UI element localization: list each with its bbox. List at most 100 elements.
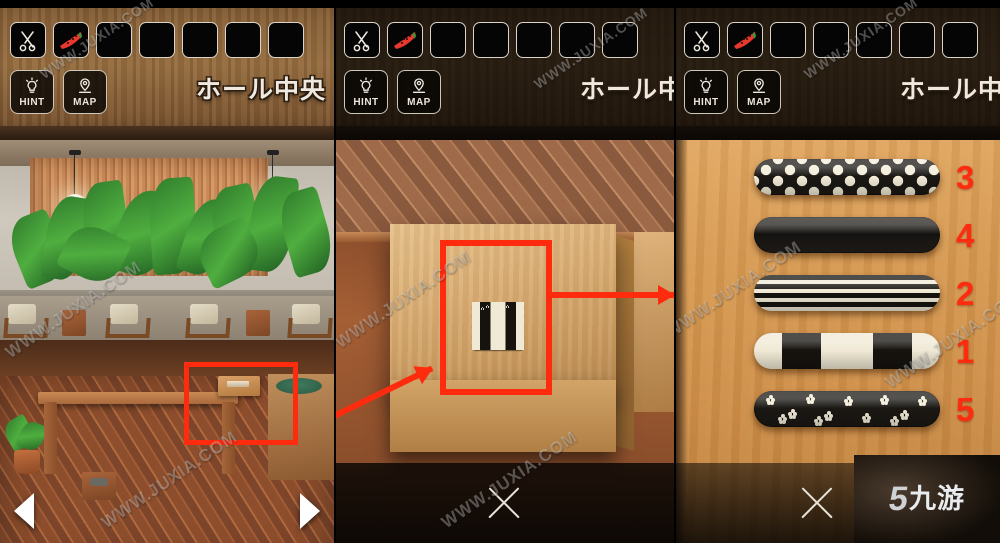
close-button[interactable] <box>484 483 524 523</box>
inventory-slot-2[interactable] <box>387 22 423 58</box>
inventory-slot-7[interactable] <box>268 22 304 58</box>
floor-stool <box>82 472 116 500</box>
logo-mark: 5 <box>886 480 908 518</box>
map-label: MAP <box>73 97 97 108</box>
inventory-slot-3[interactable] <box>96 22 132 58</box>
highlight-rect-table[interactable] <box>184 362 298 445</box>
map-label: MAP <box>747 97 771 108</box>
lounge-chair <box>104 302 151 338</box>
arrow-from-box-to-list <box>552 292 674 298</box>
map-button[interactable]: MAP <box>737 70 781 114</box>
panel-divider <box>674 0 676 543</box>
pattern-order-number: 1 <box>956 332 975 370</box>
inventory-slot-5[interactable] <box>856 22 892 58</box>
inventory-slot-1[interactable] <box>684 22 720 58</box>
scissors-icon <box>19 31 36 52</box>
seating-area <box>0 296 334 340</box>
pattern-order-number: 5 <box>956 390 975 428</box>
screenshot-root: HINT MAP ホール中央 WWW.JUXIA.COM WWW.JUXIA.C… <box>0 0 1000 543</box>
inventory-slot-3[interactable] <box>430 22 466 58</box>
inventory-slot-7[interactable] <box>602 22 638 58</box>
inventory-slot-2[interactable] <box>727 22 763 58</box>
pattern-row-list: 3 4 2 1 5 <box>674 148 1000 438</box>
map-pin-icon <box>412 78 426 94</box>
hint-button[interactable]: HINT <box>344 70 388 114</box>
hint-label: HINT <box>19 97 45 108</box>
mini-pattern-stack <box>472 302 524 350</box>
inventory-bar <box>684 22 978 58</box>
panel-box-closeup: HINT MAP ホール中央 WWW.JUXIA.COM WWW.JUXIA.C <box>334 0 674 543</box>
nav-prev-arrow[interactable] <box>14 493 34 529</box>
lightbulb-icon <box>699 77 712 93</box>
inventory-slot-1[interactable] <box>10 22 46 58</box>
inventory-slot-4[interactable] <box>813 22 849 58</box>
chair-frame <box>105 318 151 338</box>
room-scene <box>0 140 334 543</box>
inventory-slot-6[interactable] <box>559 22 595 58</box>
map-button[interactable]: MAP <box>397 70 441 114</box>
inventory-slot-6[interactable] <box>899 22 935 58</box>
pattern-order-number: 2 <box>956 274 975 312</box>
adjacent-box <box>634 232 674 412</box>
panel-pattern-list: 3 4 2 1 5 HINT MAP ホール中 WWW.JUXIA.COM WW… <box>674 0 1000 543</box>
panel-divider <box>334 0 336 543</box>
watermelon-icon <box>394 32 416 49</box>
close-bar <box>334 463 674 543</box>
nav-next-arrow[interactable] <box>300 493 320 529</box>
room-name-label: ホール中央 <box>899 76 1000 104</box>
panel-room-view: HINT MAP ホール中央 WWW.JUXIA.COM WWW.JUXIA.C… <box>0 0 334 543</box>
hud-buttons: HINT MAP <box>344 70 441 114</box>
hud-buttons: HINT MAP <box>684 70 781 114</box>
inventory-slot-6[interactable] <box>225 22 261 58</box>
room-name-label: ホール中央 <box>195 76 326 104</box>
close-button[interactable] <box>797 483 837 523</box>
inventory-slot-1[interactable] <box>344 22 380 58</box>
lounge-chair <box>286 302 333 338</box>
chair-frame <box>3 318 49 338</box>
pattern-row[interactable]: 2 <box>674 264 1000 322</box>
lounge-chair <box>184 302 231 338</box>
inventory-slot-4[interactable] <box>139 22 175 58</box>
inventory-slot-5[interactable] <box>516 22 552 58</box>
pattern-horizontal-stripes[interactable] <box>754 275 940 311</box>
scissors-icon <box>353 31 370 52</box>
lounge-background <box>0 140 334 340</box>
inventory-slot-4[interactable] <box>473 22 509 58</box>
map-pin-icon <box>752 78 766 94</box>
chair-frame <box>185 318 231 338</box>
plant-cluster <box>0 176 334 296</box>
site-logo: 5 九游 <box>854 455 1000 543</box>
watermelon-icon <box>60 32 82 49</box>
inventory-slot-5[interactable] <box>182 22 218 58</box>
inventory-bar <box>344 22 638 58</box>
hud-bar-dimmed: HINT MAP ホール中央 <box>674 0 1000 140</box>
pattern-row[interactable]: 1 <box>674 322 1000 380</box>
lounge-chair <box>2 302 49 338</box>
side-table <box>246 310 270 336</box>
hint-label: HINT <box>353 97 379 108</box>
pattern-row[interactable]: 3 <box>674 148 1000 206</box>
lightbulb-icon <box>359 77 372 93</box>
inventory-bar <box>10 22 304 58</box>
inventory-slot-7[interactable] <box>942 22 978 58</box>
pattern-polka-dots[interactable] <box>754 159 940 195</box>
hud-buttons: HINT MAP <box>10 70 107 114</box>
potted-plant-leaves <box>0 413 49 454</box>
chair-frame <box>287 318 333 338</box>
map-button[interactable]: MAP <box>63 70 107 114</box>
hint-button[interactable]: HINT <box>684 70 728 114</box>
pattern-vertical-bands[interactable] <box>754 333 940 369</box>
room-name-label: ホール中央 <box>579 76 674 104</box>
inventory-slot-2[interactable] <box>53 22 89 58</box>
logo-text: 九游 <box>908 483 965 514</box>
hint-button[interactable]: HINT <box>10 70 54 114</box>
pattern-flowers[interactable] <box>754 391 940 427</box>
lamp-cap <box>266 150 279 155</box>
pattern-row[interactable]: 4 <box>674 206 1000 264</box>
pattern-solid-black[interactable] <box>754 217 940 253</box>
map-pin-icon <box>78 78 92 94</box>
mini-pattern-flowers <box>472 303 524 350</box>
lightbulb-icon <box>25 77 38 93</box>
pattern-row[interactable]: 5 <box>674 380 1000 438</box>
inventory-slot-3[interactable] <box>770 22 806 58</box>
